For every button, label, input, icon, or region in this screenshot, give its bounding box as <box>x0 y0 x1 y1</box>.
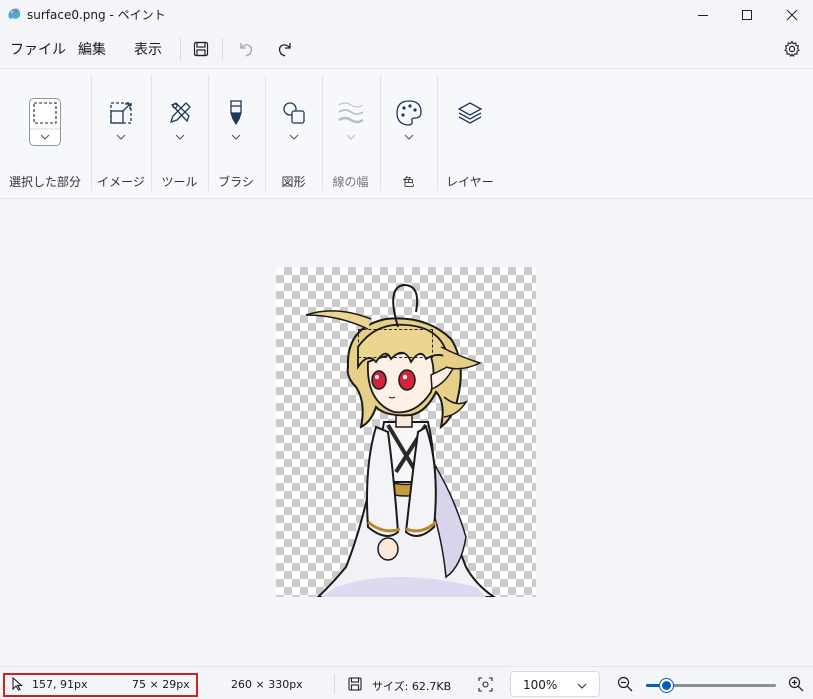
chevron-down-icon <box>175 134 184 140</box>
fit-to-window-icon[interactable] <box>478 677 493 692</box>
redo-icon <box>278 43 291 57</box>
chevron-down-icon <box>231 134 241 140</box>
selection-tool-button[interactable] <box>29 98 61 146</box>
menu-edit[interactable]: 編集 <box>78 39 106 59</box>
zoom-out-icon[interactable] <box>617 676 633 692</box>
shapes-icon <box>282 102 305 124</box>
save-button[interactable] <box>189 37 213 61</box>
line-width-group[interactable]: 線の幅 <box>322 75 379 195</box>
paint-app-icon <box>8 8 21 19</box>
selection-rectangle-icon <box>30 102 60 140</box>
minimize-icon <box>698 15 708 16</box>
selection-group[interactable]: 選択した部分 <box>0 75 90 195</box>
shapes-group[interactable]: 図形 <box>265 75 322 195</box>
settings-button[interactable] <box>780 37 804 61</box>
character-illustration <box>305 283 496 597</box>
maximize-icon <box>742 10 752 20</box>
undo-icon <box>240 43 253 57</box>
zoom-slider-thumb[interactable] <box>660 679 674 692</box>
zoom-in-icon[interactable] <box>788 676 804 692</box>
image-label: イメージ <box>97 175 145 189</box>
save-icon <box>348 677 362 691</box>
ribbon-toolbar: 選択した部分 イメージ ツール ブラシ 図形 線の幅 色 レイヤー <box>0 68 813 199</box>
brush-group[interactable]: ブラシ <box>208 75 264 195</box>
zoom-dropdown[interactable]: 100% <box>510 671 600 697</box>
palette-icon <box>395 100 422 126</box>
close-button[interactable] <box>769 0 813 30</box>
tools-label: ツール <box>161 175 198 189</box>
brush-icon <box>230 100 242 126</box>
cursor-pointer-icon <box>12 677 23 691</box>
brush-label: ブラシ <box>218 175 254 189</box>
image-resize-icon <box>110 102 132 124</box>
image-canvas[interactable] <box>276 267 536 597</box>
tools-group[interactable]: ツール <box>151 75 208 195</box>
chevron-down-icon <box>116 134 126 140</box>
redo-button[interactable] <box>273 37 297 61</box>
selection-label: 選択した部分 <box>8 175 81 189</box>
cursor-position: 157, 91px <box>32 678 88 691</box>
selection-rectangle[interactable] <box>358 329 433 358</box>
image-group[interactable]: イメージ <box>92 75 150 195</box>
menu-bar: ファイル 編集 表示 <box>0 30 813 68</box>
menu-file[interactable]: ファイル <box>10 39 66 59</box>
color-label: 色 <box>402 175 415 189</box>
shapes-label: 図形 <box>281 175 306 189</box>
layers-group[interactable]: レイヤー <box>440 75 500 195</box>
chevron-down-icon <box>577 683 587 689</box>
undo-button[interactable] <box>234 37 258 61</box>
gear-icon <box>784 40 800 58</box>
menu-divider <box>180 38 181 60</box>
close-icon <box>786 9 798 21</box>
menu-view[interactable]: 表示 <box>134 39 162 59</box>
selection-size: 75 × 29px <box>132 678 190 691</box>
zoom-value: 100% <box>523 678 558 692</box>
maximize-button[interactable] <box>724 0 770 30</box>
pencil-tools-icon <box>169 102 191 124</box>
chevron-down-icon <box>289 134 298 140</box>
menu-divider <box>222 38 223 60</box>
layers-icon <box>457 102 483 124</box>
ribbon-divider <box>437 75 438 191</box>
minimize-button[interactable] <box>680 0 726 30</box>
status-bar: 157, 91px 75 × 29px 260 × 330px サイズ: 62.… <box>0 666 813 699</box>
chevron-down-icon <box>346 134 355 140</box>
title-bar: surface0.png - ペイント <box>0 0 813 30</box>
save-icon <box>193 41 209 57</box>
file-size: サイズ: 62.7KB <box>372 680 452 693</box>
color-group[interactable]: 色 <box>380 75 437 195</box>
status-divider <box>334 674 335 694</box>
line-width-icon <box>337 102 364 124</box>
chevron-down-icon <box>404 134 413 140</box>
canvas-area[interactable] <box>0 200 813 666</box>
window-title: surface0.png - ペイント <box>27 8 166 22</box>
image-size: 260 × 330px <box>231 678 303 691</box>
layers-label: レイヤー <box>446 175 494 189</box>
line-width-label: 線の幅 <box>332 175 369 189</box>
